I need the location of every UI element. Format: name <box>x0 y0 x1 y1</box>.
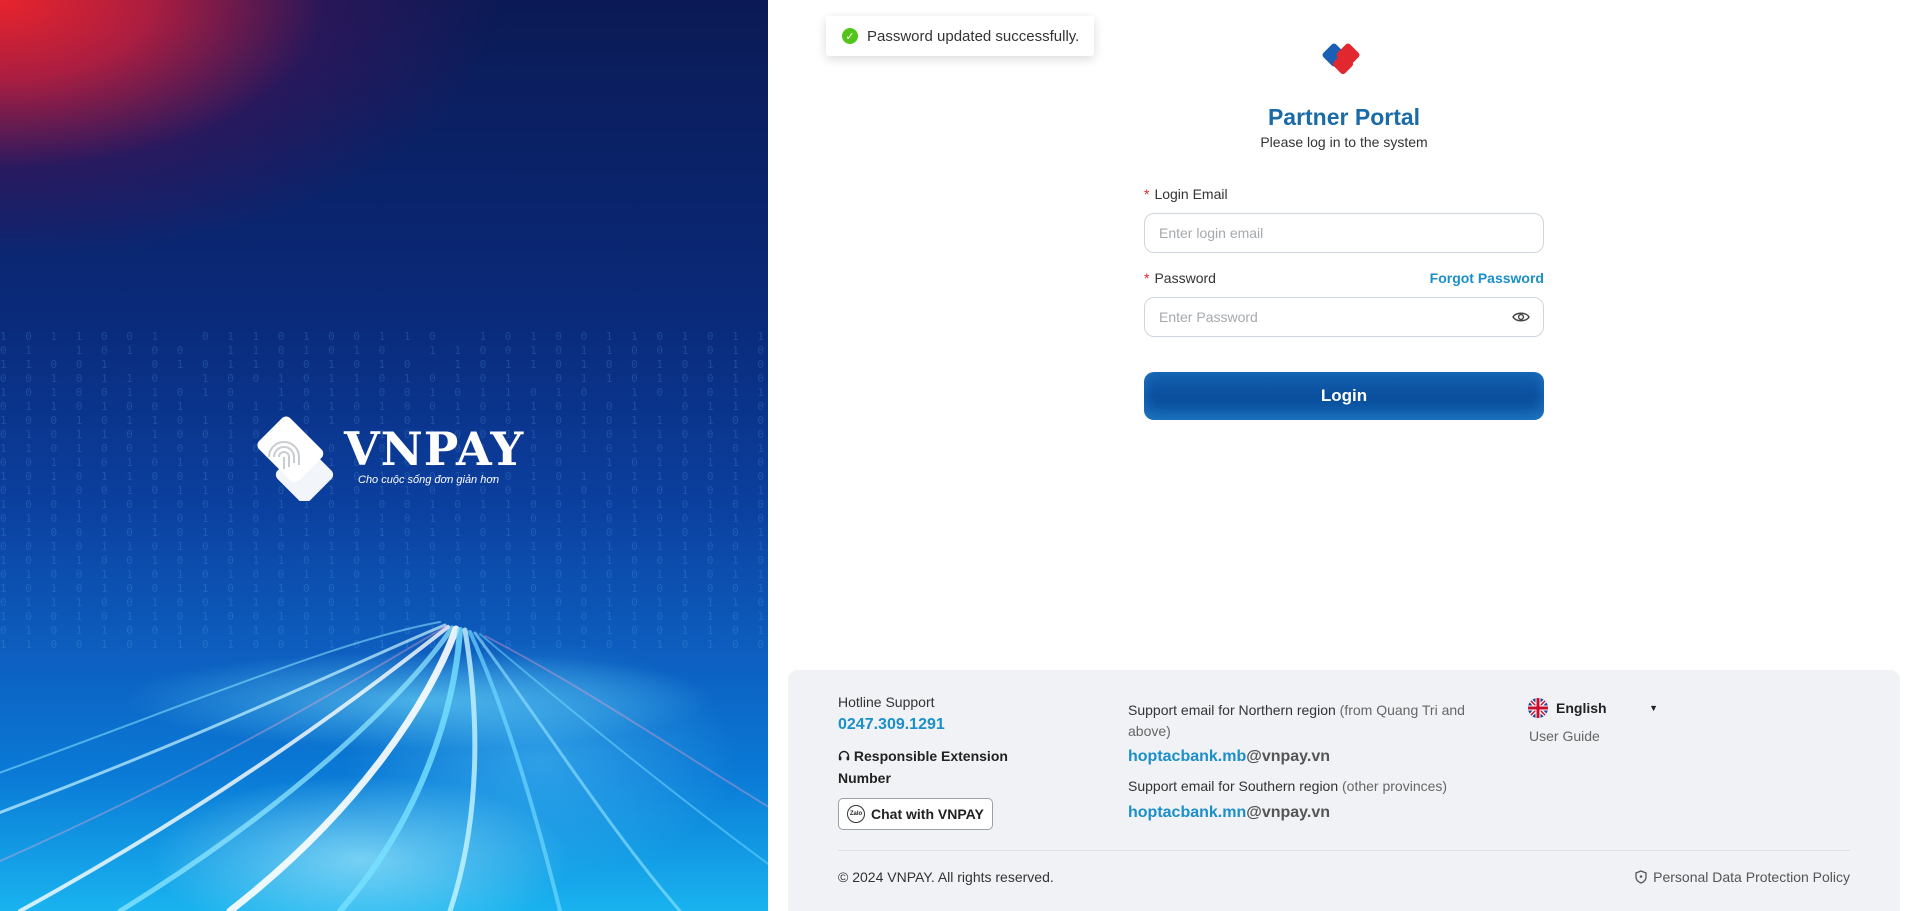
north-support-label: Support email for Northern region (from … <box>1128 700 1508 742</box>
required-mark: * <box>1144 186 1150 202</box>
north-email-domain: @vnpay.vn <box>1246 748 1331 765</box>
forgot-password-link[interactable]: Forgot Password <box>1410 270 1544 286</box>
shield-icon <box>1635 870 1647 884</box>
north-label-text: Support email for Northern region <box>1128 702 1336 718</box>
extension-info: Responsible Extension Number <box>838 745 1028 789</box>
language-select[interactable]: English ▼ <box>1528 698 1658 718</box>
password-label-text: Password <box>1154 270 1216 286</box>
headset-icon <box>838 748 854 764</box>
copyright: © 2024 VNPAY. All rights reserved. <box>838 869 1054 885</box>
north-email-user: hoptacbank.mb <box>1128 748 1247 765</box>
zalo-icon: Zalo <box>847 805 865 823</box>
email-field[interactable] <box>1157 224 1531 242</box>
chat-button-label: Chat with VNPAY <box>871 806 984 822</box>
caret-down-icon: ▼ <box>1649 703 1658 713</box>
check-circle-icon: ✓ <box>842 28 858 44</box>
extension-label: Responsible Extension Number <box>838 748 1008 786</box>
login-button[interactable]: Login <box>1144 372 1544 420</box>
fingerprint-card-icon <box>244 411 354 504</box>
south-label-text: Support email for Southern region <box>1128 778 1339 794</box>
email-field-wrapper <box>1144 213 1544 253</box>
chat-with-vnpay-button[interactable]: Zalo Chat with VNPAY <box>838 798 993 830</box>
footer: Hotline Support 0247.309.1291 Responsibl… <box>788 670 1900 911</box>
password-label: * Password <box>1144 270 1216 286</box>
vnpay-app-logo <box>1319 38 1369 82</box>
required-mark: * <box>1144 270 1150 286</box>
page-title: Partner Portal <box>1267 104 1421 130</box>
language-label: English <box>1556 700 1607 716</box>
password-field[interactable] <box>1157 308 1511 326</box>
user-guide-link[interactable]: User Guide <box>1529 728 1600 744</box>
vnpay-brand: VNPAY Cho cuộc sống đơn giản hơn <box>344 426 524 486</box>
hotline-title: Hotline Support <box>838 694 935 710</box>
hero-panel: 1 0 1 1 0 0 1 0 1 1 0 1 0 0 1 1 0 1 0 1 … <box>0 0 768 911</box>
email-label: * Login Email <box>1144 186 1228 202</box>
privacy-policy-link[interactable]: Personal Data Protection Policy <box>1635 869 1850 885</box>
page-subtitle: Please log in to the system <box>1260 134 1428 150</box>
hotline-number[interactable]: 0247.309.1291 <box>838 716 945 734</box>
vnpay-logo: VNPAY Cho cuộc sống đơn giản hơn <box>244 411 524 504</box>
privacy-policy-label: Personal Data Protection Policy <box>1653 869 1850 885</box>
success-toast: ✓ Password updated successfully. <box>826 16 1094 56</box>
south-email[interactable]: hoptacbank.mn@vnpay.vn <box>1128 804 1330 822</box>
south-email-user: hoptacbank.mn <box>1128 804 1247 821</box>
eye-icon[interactable] <box>1511 307 1531 327</box>
south-note: (other provinces) <box>1342 778 1448 794</box>
uk-flag-icon <box>1528 698 1548 718</box>
brand-name: VNPAY <box>344 422 525 476</box>
toast-message: Password updated successfully. <box>867 27 1080 45</box>
email-label-text: Login Email <box>1154 186 1228 202</box>
password-field-wrapper <box>1144 297 1544 337</box>
south-support-label: Support email for Southern region (other… <box>1128 778 1447 794</box>
north-email[interactable]: hoptacbank.mb@vnpay.vn <box>1128 748 1330 766</box>
footer-divider <box>838 850 1850 851</box>
south-email-domain: @vnpay.vn <box>1246 804 1331 821</box>
